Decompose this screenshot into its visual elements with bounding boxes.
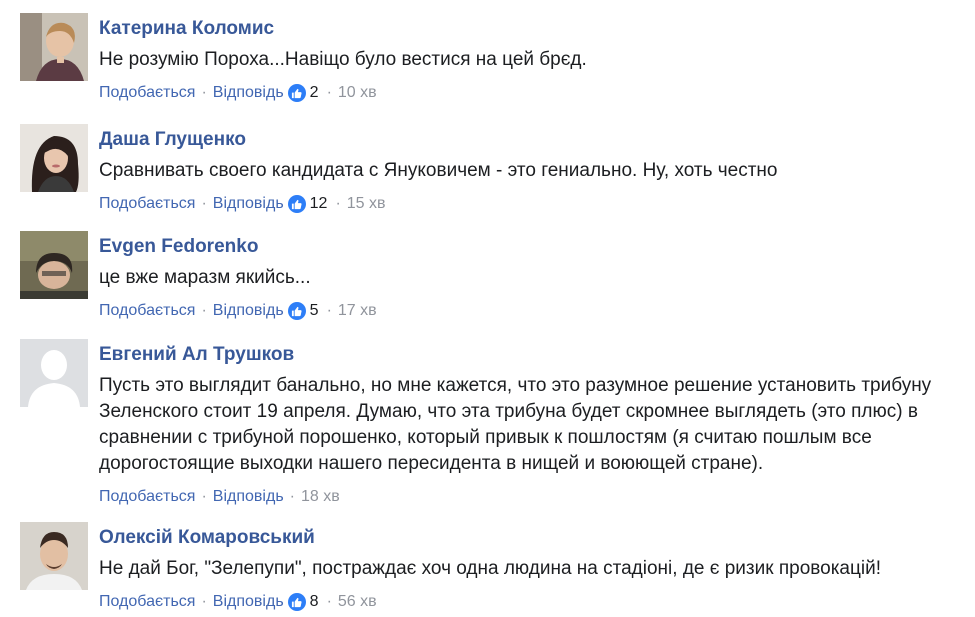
separator: · xyxy=(326,302,332,319)
default-avatar-silhouette-icon xyxy=(20,339,88,407)
thumbs-up-icon[interactable] xyxy=(287,84,306,102)
thumbs-up-icon[interactable] xyxy=(287,302,306,320)
avatar[interactable] xyxy=(20,231,88,299)
avatar[interactable] xyxy=(20,13,88,81)
separator: · xyxy=(201,84,207,101)
separator: · xyxy=(289,488,295,505)
comment-actions: Подобається · Відповідь 8 · 56 хв xyxy=(99,592,970,612)
comment-author[interactable]: Катерина Коломис xyxy=(99,17,274,41)
comment-text: Сравнивать своего кандидата с Януковичем… xyxy=(99,160,778,181)
comment-author[interactable]: Евгений Ал Трушков xyxy=(99,343,294,367)
comment-text: Пусть это выглядит банально, но мне каже… xyxy=(99,375,932,474)
separator: · xyxy=(201,593,207,610)
avatar[interactable] xyxy=(20,124,88,192)
separator: · xyxy=(201,195,207,212)
thumbs-up-icon[interactable] xyxy=(287,195,306,213)
like-button[interactable]: Подобається xyxy=(99,83,195,103)
portrait-photo-icon xyxy=(20,13,88,81)
like-button[interactable]: Подобається xyxy=(99,487,195,507)
comment-timestamp[interactable]: 15 хв xyxy=(347,194,386,214)
like-button[interactable]: Подобається xyxy=(99,194,195,214)
comment-text: це вже маразм якийсь... xyxy=(99,267,311,288)
separator: · xyxy=(326,84,332,101)
comment-author[interactable]: Олексій Комаровський xyxy=(99,526,315,550)
like-button[interactable]: Подобається xyxy=(99,592,195,612)
comment-actions: Подобається · Відповідь 5 · 17 хв xyxy=(99,301,970,321)
comment-actions: Подобається · Відповідь 12 · 15 хв xyxy=(99,194,970,214)
like-button[interactable]: Подобається xyxy=(99,301,195,321)
separator: · xyxy=(326,593,332,610)
like-count[interactable]: 12 xyxy=(310,194,328,214)
comment-text: Не розумію Пороха...Навіщо було вестися … xyxy=(99,49,587,70)
separator: · xyxy=(201,302,207,319)
comment-timestamp[interactable]: 17 хв xyxy=(338,301,377,321)
like-count[interactable]: 2 xyxy=(310,83,319,103)
reply-button[interactable]: Відповідь xyxy=(213,83,284,103)
comment-actions: Подобається · Відповідь · 18 хв xyxy=(99,487,970,507)
reply-button[interactable]: Відповідь xyxy=(213,301,284,321)
comment-timestamp[interactable]: 56 хв xyxy=(338,592,377,612)
comment-author[interactable]: Evgen Fedorenko xyxy=(99,235,258,259)
reply-button[interactable]: Відповідь xyxy=(213,194,284,214)
separator: · xyxy=(335,195,341,212)
comment-timestamp[interactable]: 10 хв xyxy=(338,83,377,103)
portrait-photo-icon xyxy=(20,522,88,590)
comment-timestamp[interactable]: 18 хв xyxy=(301,487,340,507)
separator: · xyxy=(201,488,207,505)
portrait-photo-icon xyxy=(20,231,88,299)
like-count[interactable]: 8 xyxy=(310,592,319,612)
thumbs-up-icon[interactable] xyxy=(287,593,306,611)
reply-button[interactable]: Відповідь xyxy=(213,592,284,612)
avatar[interactable] xyxy=(20,522,88,590)
reply-button[interactable]: Відповідь xyxy=(213,487,284,507)
comment-text: Не дай Бог, "Зелепупи", постраждає хоч о… xyxy=(99,558,881,579)
comment-actions: Подобається · Відповідь 2 · 10 хв xyxy=(99,83,970,103)
comment-author[interactable]: Даша Глущенко xyxy=(99,128,246,152)
like-count[interactable]: 5 xyxy=(310,301,319,321)
portrait-photo-icon xyxy=(20,124,88,192)
avatar[interactable] xyxy=(20,339,88,407)
